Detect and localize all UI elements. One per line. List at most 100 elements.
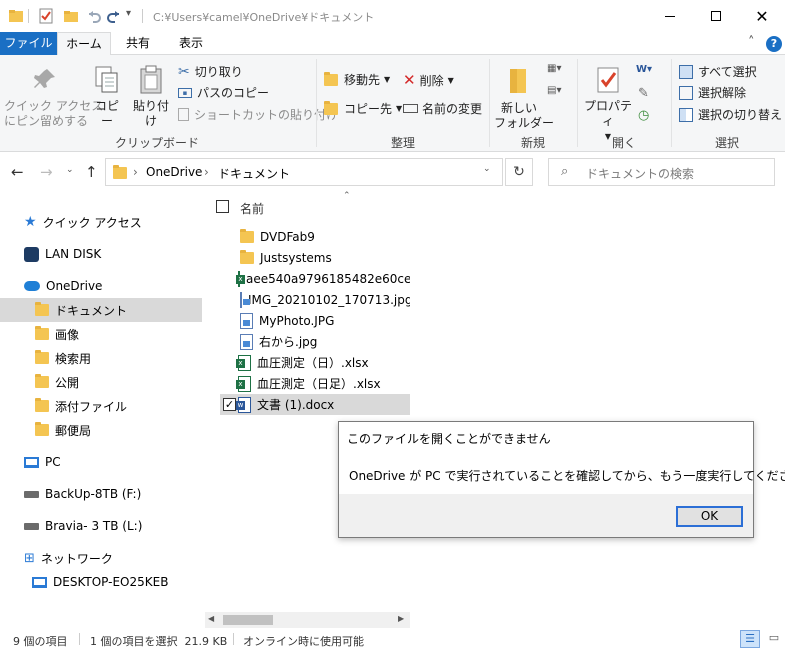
easy-access-icon[interactable]: ▤▾	[547, 85, 561, 96]
cloud-icon	[24, 281, 40, 291]
pin-quick-access-button[interactable]: クイック アクセス にピン留めする	[4, 67, 103, 129]
nav-network[interactable]: ⊞ ネットワーク	[0, 546, 202, 570]
scroll-left-icon[interactable]: ◀	[208, 614, 214, 623]
help-icon[interactable]: ?	[766, 36, 782, 52]
list-item[interactable]: x 血圧測定（日）.xlsx	[220, 352, 410, 373]
nav-label: Bravia- 3 TB (L:)	[45, 519, 143, 533]
file-name: Justsystems	[260, 250, 332, 265]
nav-label: クイック アクセス	[42, 215, 142, 230]
nav-onedrive-attachments[interactable]: 添付ファイル	[0, 394, 202, 418]
new-folder-quick-icon[interactable]	[63, 8, 79, 24]
select-all-icon	[679, 64, 693, 79]
delete-button[interactable]: ✕ 削除 ▼	[403, 71, 454, 89]
crumb-documents[interactable]: ドキュメント	[218, 165, 290, 182]
select-group-label: 選択	[714, 136, 739, 150]
tab-view[interactable]: 表示	[163, 32, 219, 55]
nav-onedrive-search[interactable]: 検索用	[0, 346, 202, 370]
address-history-chevron-icon[interactable]: ⌄	[483, 164, 491, 174]
pc-icon	[24, 456, 39, 468]
properties-button[interactable]: プロパティ ▼	[582, 65, 634, 144]
organize-group-label: 整理	[390, 136, 415, 150]
open-word-icon[interactable]: W▾	[636, 64, 662, 80]
select-none-label: 選択解除	[698, 86, 747, 100]
nav-onedrive-pictures[interactable]: 画像	[0, 322, 202, 346]
copy-path-label: パスのコピー	[197, 86, 270, 100]
select-all-checkbox[interactable]	[216, 200, 229, 213]
dialog-footer: OK	[339, 494, 753, 537]
details-view-icon[interactable]: ☰	[740, 630, 760, 648]
select-all-button[interactable]: すべて選択	[679, 63, 757, 80]
list-item[interactable]: x 血圧測定（日足）.xlsx	[220, 373, 410, 394]
copy-to-button[interactable]: コピー先 ▼	[324, 100, 402, 117]
error-dialog: このファイルを開くことができません OneDrive が PC で実行されている…	[338, 421, 785, 538]
edit-icon[interactable]: ✎	[638, 86, 649, 101]
redo-icon[interactable]	[106, 8, 122, 24]
copy-path-button[interactable]: ▪ パスのコピー	[178, 84, 269, 101]
ok-button[interactable]: OK	[676, 506, 743, 527]
list-item[interactable]: IMG_20210102_170713.jpg	[220, 289, 410, 310]
collapse-ribbon-icon[interactable]: ˄	[748, 35, 755, 50]
ribbon: クイック アクセス にピン留めする コピー 貼り付け ✂ 切り取り ▪ パスのコピー…	[0, 55, 785, 152]
nav-onedrive-documents[interactable]: ドキュメント	[0, 298, 202, 322]
list-item[interactable]: DVDFab9	[220, 226, 410, 247]
list-item[interactable]: xaee540a9796185482e60ce80b	[220, 268, 410, 289]
new-folder-button[interactable]: 新しい フォルダー	[494, 65, 554, 131]
copy-button[interactable]: コピー	[90, 65, 124, 129]
scroll-right-icon[interactable]: ▶	[398, 614, 404, 623]
nav-onedrive-post[interactable]: 郵便局	[0, 418, 202, 442]
drive-icon	[24, 490, 39, 498]
list-item[interactable]: 右から.jpg	[220, 331, 410, 352]
list-item[interactable]: ✓ w 文書 (1).docx	[220, 394, 410, 415]
cut-button[interactable]: ✂ 切り取り	[178, 63, 243, 80]
nav-pc[interactable]: PC	[0, 450, 202, 474]
large-icons-view-icon[interactable]: ▭	[764, 630, 784, 648]
undo-icon[interactable]	[86, 8, 102, 24]
tab-share[interactable]: 共有	[113, 32, 163, 55]
nav-drive-l[interactable]: Bravia- 3 TB (L:)	[0, 514, 202, 538]
refresh-button[interactable]: ↻	[505, 158, 533, 186]
folder-icon	[35, 374, 49, 388]
item-checkbox[interactable]: ✓	[223, 398, 236, 411]
customize-qat-chevron-icon[interactable]: ▾	[126, 8, 131, 19]
properties-quick-icon[interactable]	[38, 8, 54, 24]
nav-lan-disk[interactable]: LAN DISK	[0, 242, 202, 266]
history-icon[interactable]: ◷	[638, 108, 649, 123]
close-button[interactable]: ✕	[739, 0, 785, 32]
rename-button[interactable]: 名前の変更	[403, 100, 482, 117]
crumb-onedrive[interactable]: OneDrive	[146, 165, 202, 179]
nav-onedrive-public[interactable]: 公開	[0, 370, 202, 394]
move-to-button[interactable]: 移動先 ▼	[324, 71, 390, 88]
paste-label: 貼り付け	[132, 99, 169, 128]
up-arrow-icon[interactable]: ↑	[85, 163, 98, 181]
network-icon: ⊞	[24, 550, 35, 566]
scrollbar-thumb[interactable]	[223, 615, 273, 625]
maximize-button[interactable]	[693, 0, 739, 32]
select-none-button[interactable]: 選択解除	[679, 84, 746, 101]
nav-label: ネットワーク	[40, 551, 113, 566]
back-arrow-icon[interactable]: ←	[11, 163, 24, 181]
minimize-button[interactable]	[647, 0, 693, 32]
search-box[interactable]: ⌕ ドキュメントの検索	[548, 158, 775, 186]
nav-label: ドキュメント	[55, 303, 128, 318]
address-bar[interactable]: › OneDrive › ドキュメント ⌄	[105, 158, 503, 186]
horizontal-scrollbar[interactable]: ◀ ▶	[205, 612, 410, 628]
list-item[interactable]: Justsystems	[220, 247, 410, 268]
nav-drive-f[interactable]: BackUp-8TB (F:)	[0, 482, 202, 506]
folder-icon	[35, 398, 49, 412]
paste-shortcut-button[interactable]: ショートカットの貼り付け	[178, 106, 338, 123]
folder-icon	[240, 249, 254, 264]
invert-selection-button[interactable]: 選択の切り替え	[679, 106, 782, 123]
recent-chevron-icon[interactable]: ⌄	[66, 165, 74, 175]
nav-onedrive[interactable]: OneDrive	[0, 274, 202, 298]
tab-file[interactable]: ファイル	[0, 32, 57, 55]
nav-quick-access[interactable]: ★ クイック アクセス	[0, 210, 202, 234]
list-item[interactable]: MyPhoto.JPG	[220, 310, 410, 331]
lan-disk-icon	[24, 246, 39, 262]
tab-home[interactable]: ホーム	[57, 32, 111, 56]
folder-icon	[35, 302, 49, 316]
column-header-name[interactable]: 名前	[240, 200, 264, 217]
paste-button[interactable]: 貼り付け	[128, 65, 174, 129]
nav-desktop-computer[interactable]: DESKTOP-EO25KEB	[0, 570, 202, 594]
forward-arrow-icon[interactable]: →	[40, 163, 53, 181]
new-item-icon[interactable]: ▦▾	[547, 63, 561, 74]
